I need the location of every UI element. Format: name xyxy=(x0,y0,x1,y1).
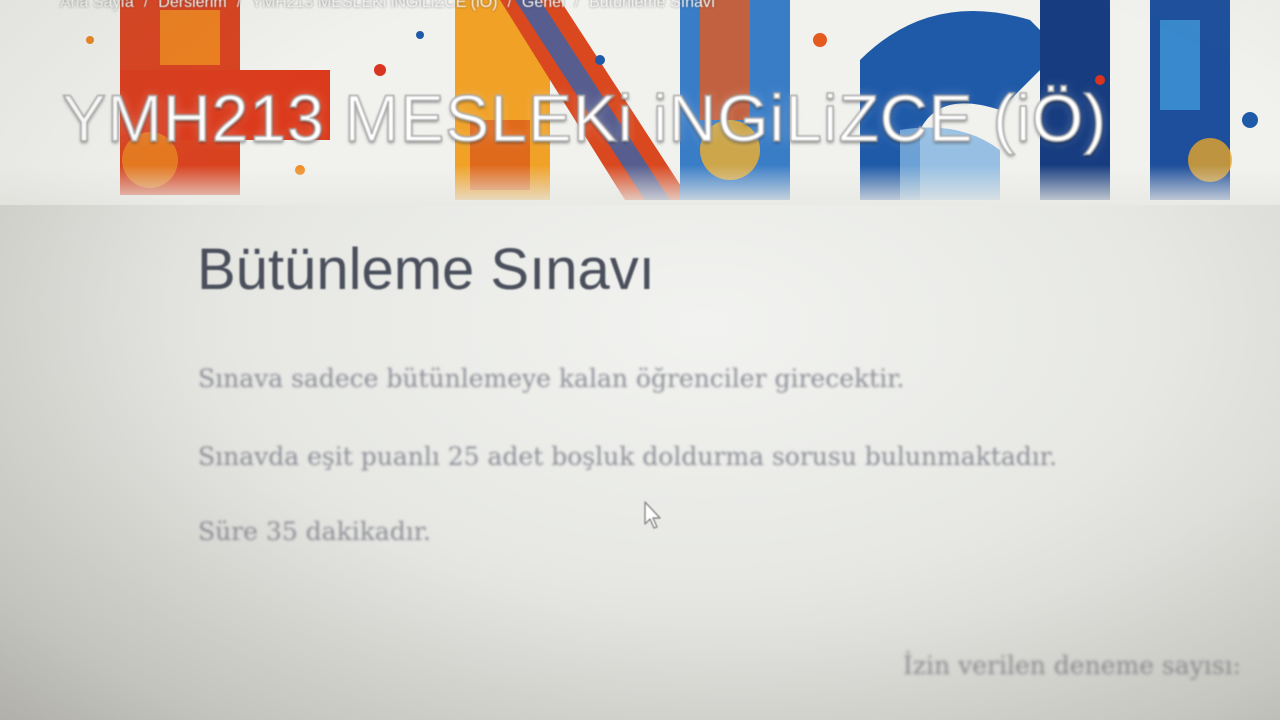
course-header-banner: Ana Sayfa / Derslerim / YMH213 MESLEKi i… xyxy=(0,0,1280,205)
quiz-content: Bütünleme Sınavı Sınava sadece bütünleme… xyxy=(0,205,1280,720)
quiz-description-line: Sınava sadece bütünlemeye kalan öğrencil… xyxy=(198,364,905,393)
breadcrumb-item-home[interactable]: Ana Sayfa xyxy=(60,0,134,12)
breadcrumb-item-quiz[interactable]: Bütünleme Sınavı xyxy=(589,0,715,12)
breadcrumb-item-course[interactable]: YMH213 MESLEKi iNGiLiZCE (iÖ) xyxy=(251,0,497,12)
quiz-description-line: Süre 35 dakikadır. xyxy=(198,517,431,546)
quiz-title: Bütünleme Sınavı xyxy=(197,237,655,302)
quiz-description-line: Sınavda eşit puanlı 25 adet boşluk doldu… xyxy=(198,442,1057,471)
attempts-allowed-label: İzin verilen deneme sayısı: xyxy=(903,651,1242,680)
breadcrumb-item-section[interactable]: Genel xyxy=(522,0,565,12)
breadcrumb-separator: / xyxy=(574,0,580,11)
mouse-pointer-icon xyxy=(644,501,661,529)
breadcrumb: Ana Sayfa / Derslerim / YMH213 MESLEKi i… xyxy=(60,0,715,12)
breadcrumb-item-my-courses[interactable]: Derslerim xyxy=(158,0,226,12)
breadcrumb-separator: / xyxy=(236,0,242,11)
quiz-page: Ana Sayfa / Derslerim / YMH213 MESLEKi i… xyxy=(0,0,1280,720)
breadcrumb-separator: / xyxy=(143,0,149,11)
course-title: YMH213 MESLEKi iNGiLiZCE (iÖ) xyxy=(61,80,1107,156)
breadcrumb-separator: / xyxy=(507,0,512,11)
banner-bottom-fade xyxy=(0,165,1280,205)
